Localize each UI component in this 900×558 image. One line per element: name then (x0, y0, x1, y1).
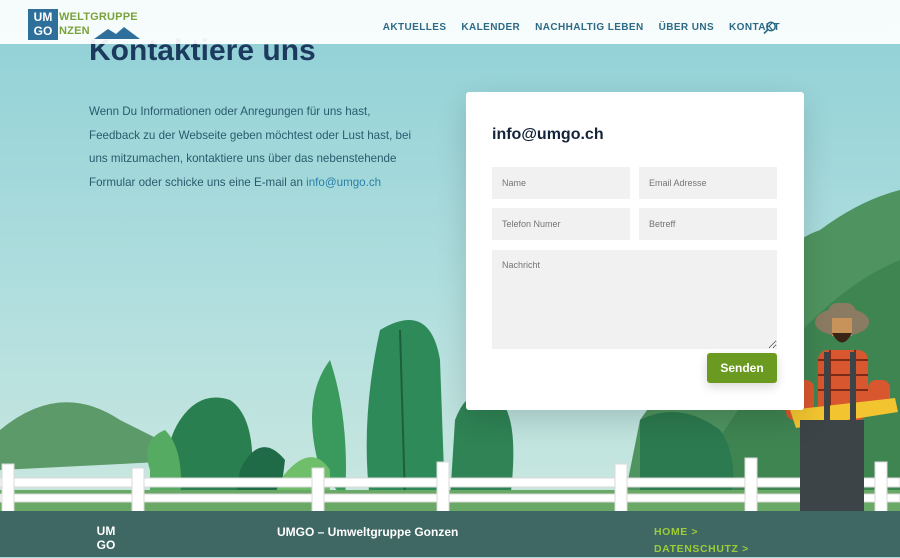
intro-email-link[interactable]: info@umgo.ch (306, 176, 381, 189)
nav-ueber-uns[interactable]: ÜBER UNS (659, 22, 714, 33)
site-header: UM GO WELTGRUPPE NZEN AKTUELLES KALENDER… (0, 0, 900, 44)
footer-logo-line-2: GO (96, 538, 116, 552)
nav-kalender[interactable]: KALENDER (461, 22, 520, 33)
email-input[interactable] (639, 167, 777, 199)
nav-nachhaltig-leben[interactable]: NACHHALTIG LEBEN (535, 22, 643, 33)
footer-link-home[interactable]: HOME > (654, 524, 749, 541)
site-logo[interactable]: UM GO WELTGRUPPE NZEN (28, 9, 140, 41)
logo-badge-line-2: GO (33, 24, 53, 38)
intro-text: Wenn Du Informationen oder Anregungen fü… (89, 100, 419, 194)
logo-badge: UM GO (28, 9, 58, 40)
phone-input[interactable] (492, 208, 630, 240)
name-input[interactable] (492, 167, 630, 199)
send-button[interactable]: Senden (707, 353, 777, 383)
footer-links: HOME > DATENSCHUTZ > (654, 524, 749, 558)
mountain-icon (94, 27, 140, 39)
footer-logo[interactable]: UM GO (93, 524, 119, 557)
footer-link-datenschutz[interactable]: DATENSCHUTZ > (654, 541, 749, 558)
logo-text-line-1: WELTGRUPPE (59, 11, 138, 23)
main-nav: AKTUELLES KALENDER NACHHALTIG LEBEN ÜBER… (368, 22, 780, 33)
form-title: info@umgo.ch (492, 126, 604, 143)
message-textarea[interactable] (492, 250, 777, 349)
logo-text-line-2: NZEN (59, 25, 90, 37)
footer-title: UMGO – Umweltgruppe Gonzen (277, 525, 459, 539)
subject-input[interactable] (639, 208, 777, 240)
footer-logo-line-1: UM (96, 524, 116, 538)
logo-badge-line-1: UM (33, 10, 53, 24)
contact-form-card: info@umgo.ch Senden (466, 92, 804, 410)
nav-aktuelles[interactable]: AKTUELLES (383, 22, 447, 33)
site-footer: UM GO UMGO – Umweltgruppe Gonzen HOME > … (0, 511, 900, 557)
search-icon[interactable] (763, 21, 777, 35)
